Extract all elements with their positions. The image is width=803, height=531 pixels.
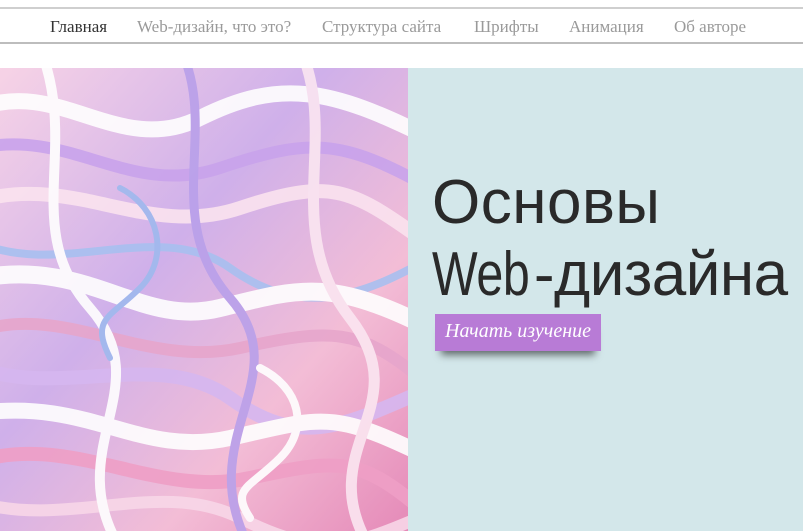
hero-title-web: Web [432,240,530,309]
nav-item-site-structure[interactable]: Структура сайта [322,17,441,37]
nav-item-animation[interactable]: Анимация [569,17,644,37]
nav-item-about-author[interactable]: Об авторе [674,17,746,37]
nav-item-web-design[interactable]: Web-дизайн, что это? [137,17,291,37]
hero-section: Основы Web-дизайна Начать изучение [0,68,803,531]
hero-title-design: -дизайна [533,240,788,309]
hero-paint-swirl-image [0,68,408,531]
hero-title-line1: Основы [432,168,661,237]
nav-item-fonts[interactable]: Шрифты [474,17,539,37]
cta-container: Начать изучение [435,314,602,351]
hero-title: Основы Web-дизайна [432,172,788,306]
start-learning-button[interactable]: Начать изучение [435,314,602,351]
nav-item-home[interactable]: Главная [50,17,107,37]
top-navigation: Главная Web-дизайн, что это? Структура с… [0,7,803,44]
hero-title-line2: Web-дизайна [432,244,788,306]
